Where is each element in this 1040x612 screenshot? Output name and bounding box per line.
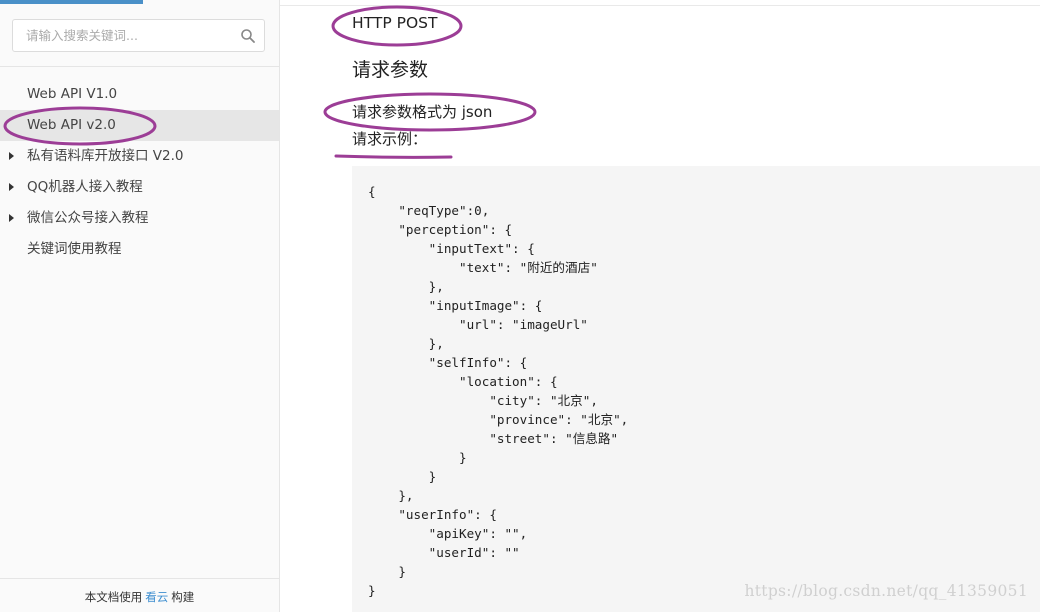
annotation-underline-example	[334, 154, 453, 159]
search-input[interactable]	[13, 20, 233, 51]
watermark: https://blog.csdn.net/qq_41359051	[744, 582, 1028, 600]
sidebar-nav: Web API V1.0 Web API v2.0 私有语料库开放接口 V2.0…	[0, 79, 279, 265]
sidebar-item-qq-robot[interactable]: QQ机器人接入教程	[0, 172, 279, 203]
sidebar-item-label: Web API v2.0	[27, 117, 116, 133]
footer-suffix: 构建	[171, 590, 195, 604]
sidebar-item-label: Web API V1.0	[27, 86, 118, 102]
sidebar-item-wechat[interactable]: 微信公众号接入教程	[0, 203, 279, 234]
sidebar-item-label: 微信公众号接入教程	[27, 210, 149, 226]
http-method: HTTP POST	[352, 14, 438, 32]
code-block: { "reqType":0, "perception": { "inputTex…	[352, 166, 1040, 612]
section-title: 请求参数	[352, 59, 429, 81]
footer-divider	[0, 578, 279, 579]
caret-right-icon[interactable]	[9, 183, 14, 191]
sidebar-item-label: 私有语料库开放接口 V2.0	[27, 148, 184, 164]
search-box	[12, 19, 265, 52]
footer-link[interactable]: 看云	[145, 590, 168, 604]
caret-right-icon[interactable]	[9, 214, 14, 222]
sidebar-footer: 本文档使用 看云 构建	[0, 589, 279, 605]
sidebar-divider	[0, 66, 279, 67]
sidebar-item-web-api-v1[interactable]: Web API V1.0	[0, 79, 279, 110]
footer-prefix: 本文档使用	[84, 590, 143, 604]
search-icon[interactable]	[240, 28, 256, 44]
sidebar-item-label: 关键词使用教程	[27, 241, 122, 257]
sidebar-item-label: QQ机器人接入教程	[27, 179, 143, 195]
param-format-text: 请求参数格式为 json	[352, 103, 493, 121]
example-label: 请求示例：	[352, 130, 428, 148]
sidebar-item-web-api-v2[interactable]: Web API v2.0	[0, 110, 279, 141]
main-top-divider	[280, 5, 1040, 6]
sidebar: Web API V1.0 Web API v2.0 私有语料库开放接口 V2.0…	[0, 0, 280, 612]
sidebar-item-keywords[interactable]: 关键词使用教程	[0, 234, 279, 265]
sidebar-top-accent	[0, 0, 143, 4]
caret-right-icon[interactable]	[9, 152, 14, 160]
sidebar-item-private-corpus[interactable]: 私有语料库开放接口 V2.0	[0, 141, 279, 172]
